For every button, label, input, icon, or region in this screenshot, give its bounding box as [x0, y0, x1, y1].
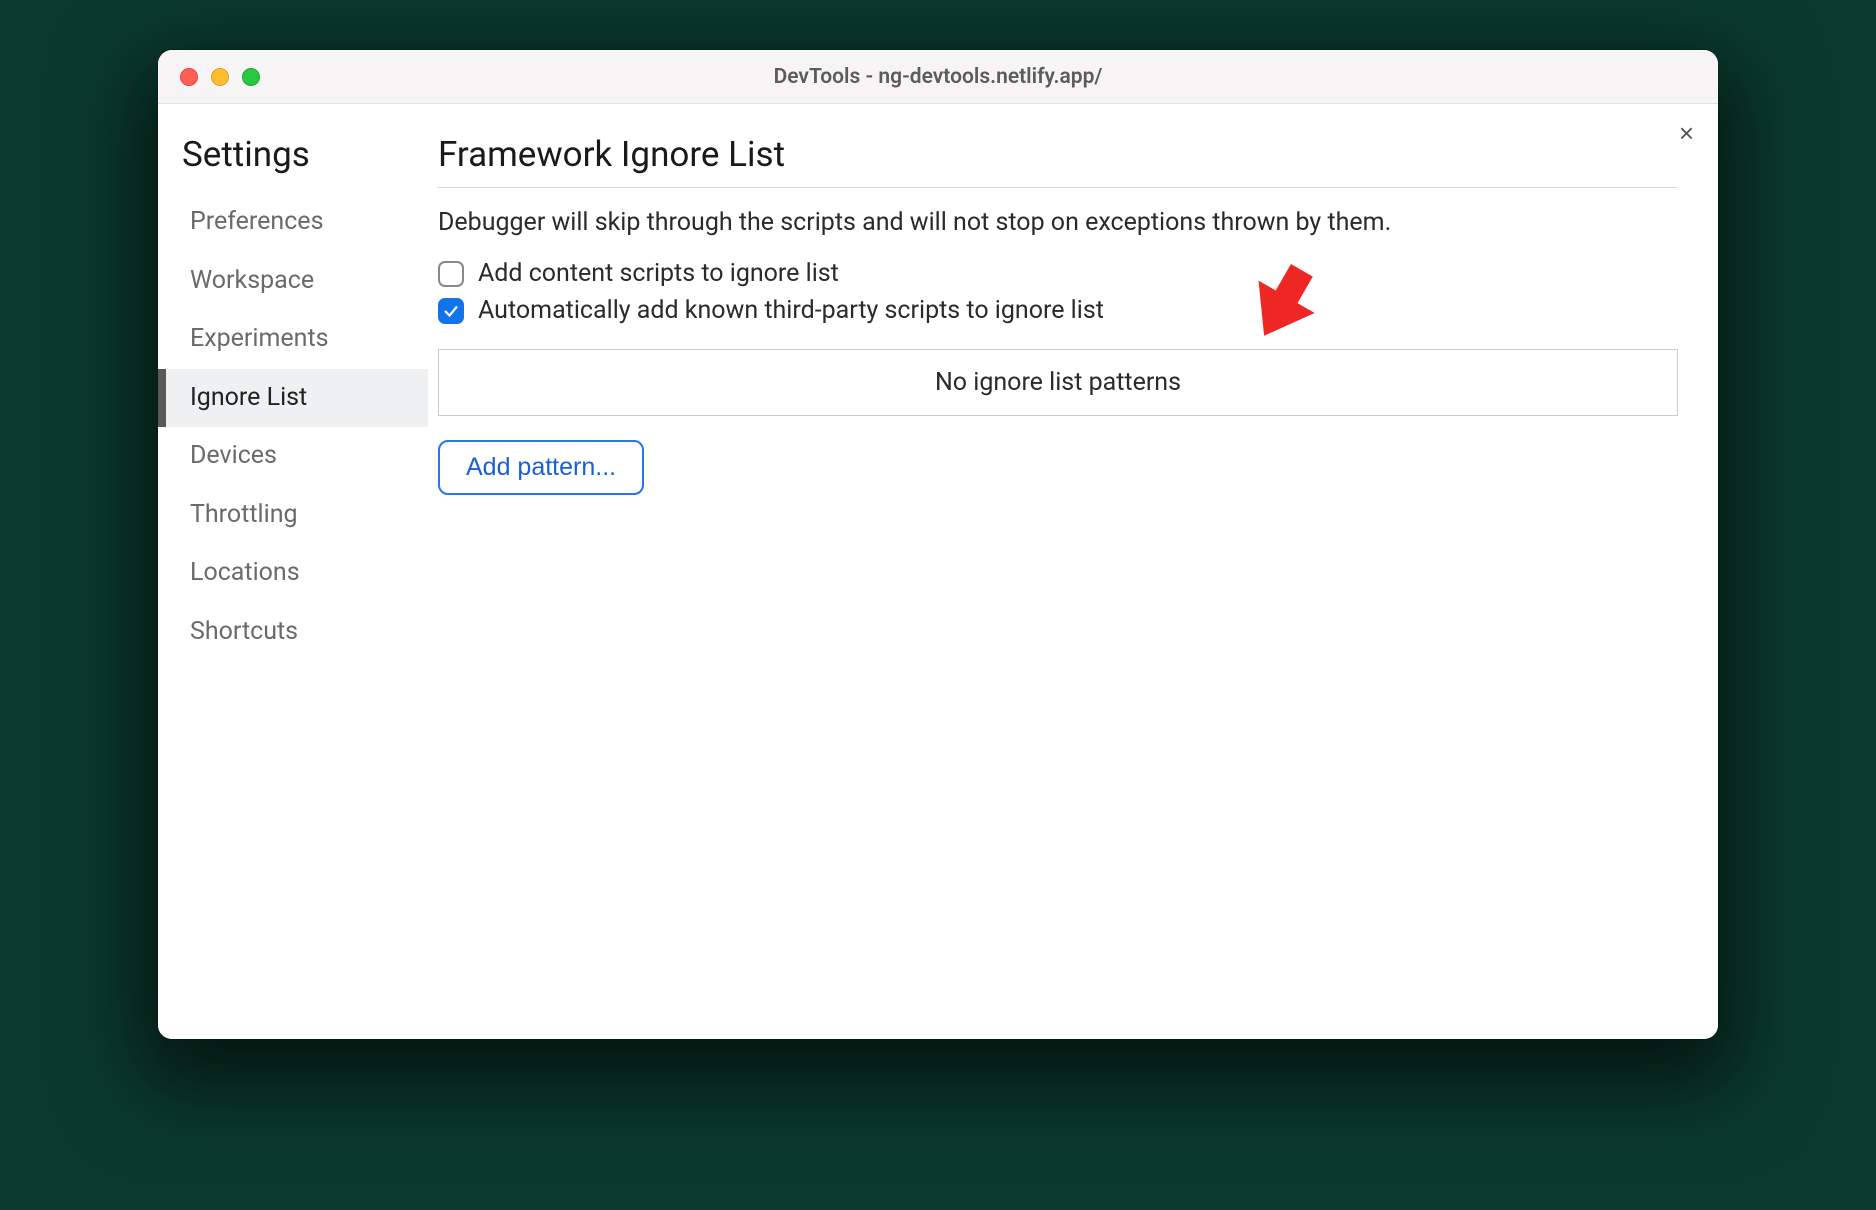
devtools-window: DevTools - ng-devtools.netlify.app/ × Se… [158, 50, 1718, 1039]
sidebar-item-workspace[interactable]: Workspace [158, 252, 428, 311]
settings-sidebar: Settings Preferences Workspace Experimen… [158, 104, 428, 1039]
window-close-button[interactable] [180, 68, 198, 86]
window-titlebar: DevTools - ng-devtools.netlify.app/ [158, 50, 1718, 104]
sidebar-item-throttling[interactable]: Throttling [158, 486, 428, 545]
sidebar-item-experiments[interactable]: Experiments [158, 310, 428, 369]
checkbox-label: Automatically add known third-party scri… [478, 296, 1104, 325]
checkbox-auto-third-party[interactable] [438, 298, 464, 324]
page-description: Debugger will skip through the scripts a… [438, 208, 1678, 237]
sidebar-item-locations[interactable]: Locations [158, 544, 428, 603]
add-pattern-button[interactable]: Add pattern... [438, 440, 644, 495]
sidebar-item-label: Experiments [190, 324, 329, 353]
checkbox-row-content-scripts: Add content scripts to ignore list [438, 259, 1678, 288]
sidebar-item-preferences[interactable]: Preferences [158, 193, 428, 252]
window-title: DevTools - ng-devtools.netlify.app/ [178, 65, 1698, 89]
traffic-lights [180, 68, 260, 86]
checkbox-add-content-scripts[interactable] [438, 261, 464, 287]
ignore-list-empty-message: No ignore list patterns [438, 349, 1678, 416]
sidebar-item-ignore-list[interactable]: Ignore List [158, 369, 428, 428]
settings-panel: × Settings Preferences Workspace Experim… [158, 104, 1718, 1039]
window-maximize-button[interactable] [242, 68, 260, 86]
sidebar-item-label: Preferences [190, 207, 323, 236]
checkmark-icon [442, 302, 460, 320]
sidebar-item-label: Devices [190, 441, 277, 470]
sidebar-title: Settings [158, 134, 428, 193]
sidebar-item-label: Ignore List [190, 383, 307, 412]
sidebar-item-devices[interactable]: Devices [158, 427, 428, 486]
sidebar-item-shortcuts[interactable]: Shortcuts [158, 603, 428, 662]
page-title: Framework Ignore List [438, 134, 1678, 188]
window-minimize-button[interactable] [211, 68, 229, 86]
checkbox-row-third-party: Automatically add known third-party scri… [438, 296, 1678, 325]
close-icon[interactable]: × [1679, 120, 1694, 146]
sidebar-item-label: Throttling [190, 500, 298, 529]
sidebar-item-label: Workspace [190, 266, 314, 295]
checkbox-label: Add content scripts to ignore list [478, 259, 839, 288]
settings-main: Framework Ignore List Debugger will skip… [428, 104, 1718, 1039]
sidebar-item-label: Shortcuts [190, 617, 298, 646]
sidebar-item-label: Locations [190, 558, 300, 587]
